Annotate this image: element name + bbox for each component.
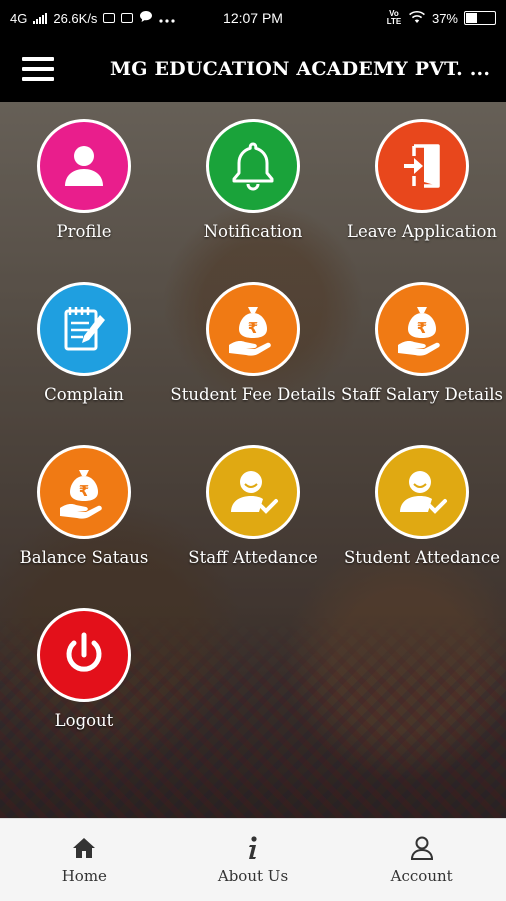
bottom-navigation: Home About Us Account [0, 818, 506, 901]
gallery-icon [121, 13, 134, 23]
notification-icon-circle [206, 119, 300, 213]
rupee-bag-hand-icon: ₹ [398, 307, 440, 356]
tile-logout[interactable]: Logout [0, 591, 168, 741]
tile-label: Student Attedance [343, 548, 501, 567]
info-icon [249, 836, 257, 859]
person-icon [65, 146, 103, 186]
signal-icon [33, 12, 48, 24]
svg-text:₹: ₹ [79, 482, 89, 500]
tile-notification[interactable]: Notification [169, 102, 337, 252]
tile-label: Logout [54, 711, 114, 730]
tile-label: Staff Salary Details [341, 385, 503, 404]
battery-percent: 37% [431, 10, 458, 26]
nav-home[interactable]: Home [0, 819, 169, 901]
svg-text:₹: ₹ [417, 319, 427, 337]
app-title: MG EDUCATION ACADEMY PVT. ... [110, 58, 491, 80]
student-attendance-icon-circle [375, 445, 469, 539]
home-icon [73, 838, 96, 858]
tile-student-attendance[interactable]: Student Attedance [338, 428, 506, 578]
staff-attendance-icon-circle [206, 445, 300, 539]
nav-label: Home [61, 867, 107, 885]
tile-label: Notification [203, 222, 303, 241]
tile-staff-attendance[interactable]: Staff Attedance [169, 428, 337, 578]
student-fee-icon-circle: ₹ [206, 282, 300, 376]
battery-icon [464, 11, 496, 25]
network-speed: 26.6K/s [53, 10, 98, 26]
profile-icon-circle [37, 119, 131, 213]
tile-label: Leave Application [346, 222, 498, 241]
tile-student-fee-details[interactable]: ₹ Student Fee Details [169, 265, 337, 415]
svg-text:₹: ₹ [248, 319, 258, 337]
power-icon [66, 632, 102, 672]
logout-icon-circle [37, 608, 131, 702]
leave-icon-circle [375, 119, 469, 213]
staff-salary-icon-circle: ₹ [375, 282, 469, 376]
notepad-pen-icon [64, 307, 105, 351]
nav-about-us[interactable]: About Us [169, 819, 338, 901]
dashboard-grid: Profile Notification Leave Application C… [0, 102, 506, 818]
tile-complain[interactable]: Complain [0, 265, 168, 415]
tile-label: Staff Attedance [188, 548, 318, 567]
balance-icon-circle: ₹ [37, 445, 131, 539]
network-type: 4G [10, 10, 28, 26]
wifi-icon [408, 10, 426, 27]
bell-icon [232, 142, 274, 191]
message-icon [139, 10, 153, 26]
nav-label: About Us [217, 867, 289, 885]
nav-account[interactable]: Account [337, 819, 506, 901]
account-icon [410, 836, 433, 860]
exit-door-icon [404, 144, 440, 188]
mail-icon [103, 13, 116, 23]
tile-label: Complain [44, 385, 124, 404]
more-notifications-icon [159, 11, 176, 26]
hamburger-menu-icon[interactable] [0, 36, 76, 102]
tile-label: Balance Sataus [19, 548, 149, 567]
tile-staff-salary-details[interactable]: ₹ Staff Salary Details [338, 265, 506, 415]
volte-indicator: Vo LTE [386, 9, 402, 26]
tile-balance-status[interactable]: ₹ Balance Sataus [0, 428, 168, 578]
tile-profile[interactable]: Profile [0, 102, 168, 252]
tile-leave-application[interactable]: Leave Application [338, 102, 506, 252]
user-check-icon [231, 471, 278, 514]
rupee-bag-hand-icon: ₹ [229, 307, 271, 356]
tile-label: Profile [56, 222, 112, 241]
user-check-icon [400, 471, 447, 514]
nav-label: Account [390, 867, 453, 885]
tile-label: Student Fee Details [170, 385, 336, 404]
app-bar: MG EDUCATION ACADEMY PVT. ... [0, 36, 506, 102]
complain-icon-circle [37, 282, 131, 376]
rupee-bag-hand-icon: ₹ [60, 470, 102, 519]
status-bar: 4G 26.6K/s 12:07 PM Vo LTE 37% [0, 0, 506, 36]
